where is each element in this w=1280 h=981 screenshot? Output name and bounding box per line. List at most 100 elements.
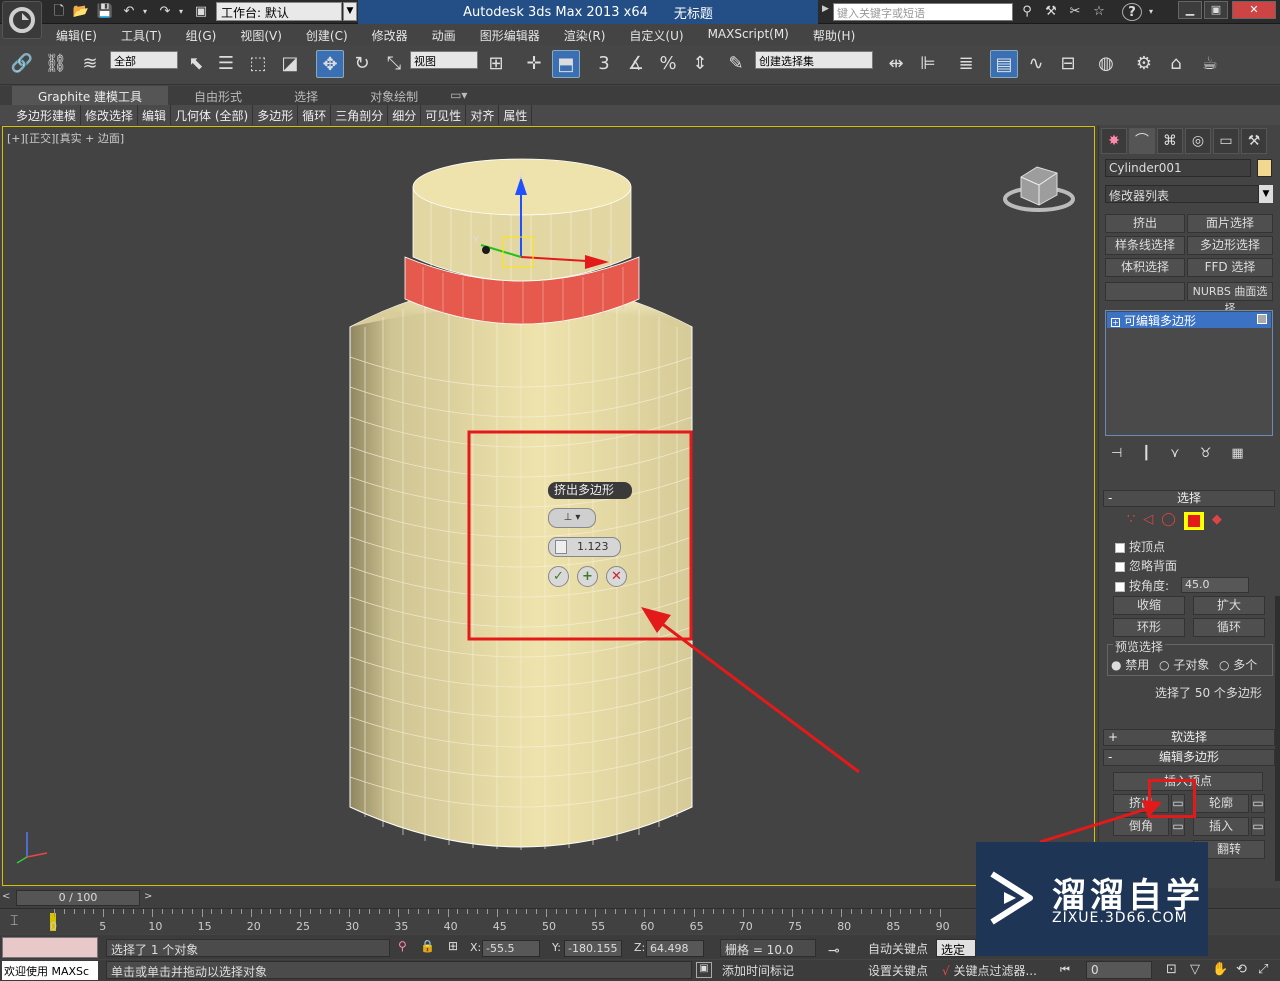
menu-create[interactable]: 创建(C): [294, 24, 360, 45]
communication-icon[interactable]: ✂: [1066, 3, 1084, 20]
preview-subobject-radio[interactable]: ○ 子对象: [1159, 656, 1209, 673]
object-name-field[interactable]: Cylinder001: [1105, 159, 1251, 177]
modifier-btn-volume-select[interactable]: 体积选择: [1105, 258, 1185, 277]
display-tab-icon[interactable]: ▭: [1213, 128, 1239, 154]
chevron-down-icon[interactable]: ▼: [1259, 185, 1273, 203]
modifier-btn-patch-select[interactable]: 面片选择: [1187, 214, 1273, 233]
remove-modifier-icon[interactable]: ♉: [1200, 446, 1212, 461]
ribbon-modify-selection[interactable]: 修改选择: [81, 105, 139, 125]
zoom-extents-icon[interactable]: ⊡: [1166, 962, 1177, 977]
cancel-x-icon[interactable]: ✕: [606, 566, 627, 587]
app-logo-button[interactable]: [2, 1, 42, 39]
modifier-stack[interactable]: + 可编辑多边形: [1105, 310, 1273, 436]
x-coordinate-input[interactable]: -55.5: [482, 940, 540, 957]
menu-modifiers[interactable]: 修改器: [360, 24, 420, 45]
create-tab-icon[interactable]: ✸: [1101, 128, 1127, 154]
ribbon-polygons[interactable]: 多边形: [253, 105, 299, 125]
orbit-icon[interactable]: ⟲: [1236, 962, 1247, 977]
lock-selection-icon[interactable]: 🔒: [420, 939, 435, 953]
expand-plus-icon[interactable]: +: [1111, 318, 1120, 327]
edit-named-selection-icon[interactable]: ✎: [722, 50, 750, 78]
curve-editor-icon[interactable]: ∿: [1022, 50, 1050, 78]
minimize-button[interactable]: ▁: [1178, 1, 1202, 19]
z-coordinate-input[interactable]: 64.498: [646, 940, 704, 957]
grow-button[interactable]: 扩大: [1193, 596, 1265, 615]
tab-selection[interactable]: 选择: [268, 86, 344, 105]
menu-animation[interactable]: 动画: [420, 24, 468, 45]
inset-settings-button[interactable]: ▭: [1251, 817, 1265, 836]
ribbon-edit[interactable]: 编辑: [138, 105, 172, 125]
key-filters-button[interactable]: √ 关键点过滤器...: [938, 961, 1052, 979]
menu-graph-editors[interactable]: 图形编辑器: [468, 24, 552, 45]
maximize-viewport-icon[interactable]: ⤢: [1258, 962, 1268, 977]
loop-button[interactable]: 循环: [1193, 618, 1265, 637]
prev-frame-icon[interactable]: <: [2, 891, 10, 902]
viewcube[interactable]: [1003, 166, 1075, 212]
reference-coordinate-dropdown[interactable]: 视图: [410, 51, 478, 69]
mirror-icon[interactable]: ⇹: [882, 50, 910, 78]
rollout-edit-polygons[interactable]: - 编辑多边形: [1103, 749, 1275, 766]
selected-dropdown[interactable]: 选定对: [936, 939, 976, 974]
absolute-mode-icon[interactable]: ⊞: [448, 939, 458, 953]
next-frame-icon[interactable]: >: [144, 891, 152, 902]
window-crossing-icon[interactable]: ◪: [276, 50, 304, 78]
border-icon[interactable]: ◯: [1161, 512, 1176, 530]
redo-dropdown-icon[interactable]: ▾: [176, 3, 186, 20]
modify-tab-icon[interactable]: ⌒: [1129, 128, 1155, 154]
menu-edit[interactable]: 编辑(E): [44, 24, 109, 45]
by-vertex-checkbox[interactable]: 按顶点: [1115, 538, 1165, 555]
menu-maxscript[interactable]: MAXScript(M): [696, 24, 801, 45]
make-unique-icon[interactable]: ⋎: [1170, 446, 1180, 461]
ignore-backfacing-checkbox[interactable]: 忽略背面: [1115, 557, 1177, 574]
graphite-toggle-icon[interactable]: ▤: [990, 50, 1018, 78]
rollout-soft-selection[interactable]: + 软选择: [1103, 729, 1275, 746]
bevel-settings-button[interactable]: ▭: [1171, 817, 1185, 836]
subscription-icon[interactable]: ⚒: [1042, 3, 1060, 20]
keyboard-shortcut-override-icon[interactable]: ⬒: [552, 50, 580, 78]
select-by-name-icon[interactable]: ☰: [212, 50, 240, 78]
binoculars-icon[interactable]: ⚲: [1018, 3, 1036, 20]
vertex-icon[interactable]: ∵: [1127, 512, 1135, 530]
preview-off-radio[interactable]: ● 禁用: [1111, 656, 1149, 673]
ribbon-subdivision[interactable]: 细分: [388, 105, 422, 125]
spinner-snap-icon[interactable]: ⇕: [686, 50, 714, 78]
select-and-move-icon[interactable]: ✥: [316, 50, 344, 78]
select-and-scale-icon[interactable]: ⤡: [380, 50, 408, 78]
rectangular-selection-icon[interactable]: ⬚: [244, 50, 272, 78]
modifier-btn-empty[interactable]: [1105, 282, 1185, 301]
selection-filter-dropdown[interactable]: 全部: [110, 51, 178, 69]
select-and-rotate-icon[interactable]: ↻: [348, 50, 376, 78]
menu-rendering[interactable]: 渲染(R): [552, 24, 618, 45]
select-object-icon[interactable]: ⬉: [182, 50, 210, 78]
panel-scrollbar[interactable]: [1275, 596, 1280, 881]
new-file-icon[interactable]: 🗋: [50, 3, 68, 20]
hierarchy-tab-icon[interactable]: ⌘: [1157, 128, 1183, 154]
tab-object-paint[interactable]: 对象绘制: [344, 86, 444, 105]
field-of-view-icon[interactable]: ▽: [1190, 962, 1200, 977]
search-input[interactable]: 键入关键字或短语: [833, 3, 1013, 21]
ribbon-geometry-all[interactable]: 几何体 (全部): [171, 105, 254, 125]
tab-graphite-modeling[interactable]: Graphite 建模工具: [12, 86, 169, 105]
show-end-result-icon[interactable]: ┃: [1142, 446, 1150, 461]
select-manipulate-icon[interactable]: ✛: [520, 50, 548, 78]
help-icon[interactable]: ?: [1122, 3, 1142, 21]
help-dropdown-icon[interactable]: ▾: [1146, 3, 1156, 20]
rollout-selection[interactable]: - 选择: [1103, 490, 1275, 507]
motion-tab-icon[interactable]: ◎: [1185, 128, 1211, 154]
angle-snap-icon[interactable]: ∡: [622, 50, 650, 78]
outline-settings-button[interactable]: ▭: [1251, 794, 1265, 813]
rendered-frame-icon[interactable]: ⌂: [1162, 50, 1190, 78]
maximize-button[interactable]: ▣: [1204, 1, 1228, 19]
save-icon[interactable]: 💾: [96, 3, 114, 20]
object-color-swatch[interactable]: [1257, 159, 1272, 177]
modifier-btn-ffd-select[interactable]: FFD 选择: [1187, 258, 1273, 277]
tab-freeform[interactable]: 自由形式: [168, 86, 268, 105]
render-teapot-icon[interactable]: ☕: [1196, 50, 1224, 78]
angle-input[interactable]: 45.0: [1181, 577, 1249, 593]
align-icon[interactable]: ⊫: [914, 50, 942, 78]
ribbon-visibility[interactable]: 可见性: [421, 105, 467, 125]
close-button[interactable]: ✕: [1232, 1, 1276, 19]
ribbon-loops[interactable]: 循环: [298, 105, 332, 125]
perspective-viewport[interactable]: [+][正交][真实 + 边面] z x y: [2, 126, 1095, 886]
workspace-dropdown[interactable]: 工作台: 默认: [216, 2, 342, 21]
